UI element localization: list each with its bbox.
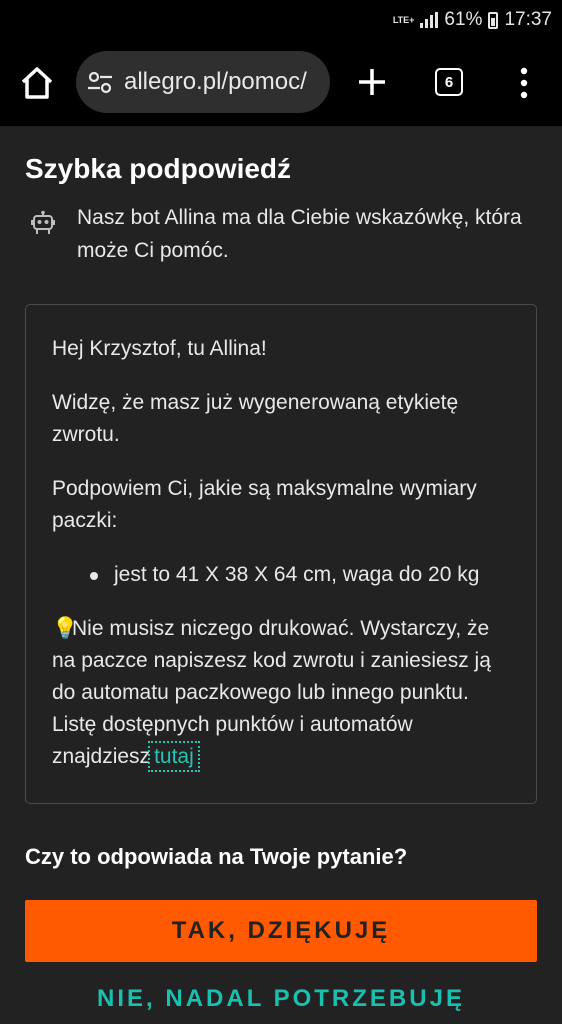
tip-paragraph: 💡Nie musisz niczego drukować. Wystarczy,… [52,613,510,773]
home-icon[interactable] [18,64,56,102]
feedback-question: Czy to odpowiada na Twoje pytanie? [25,844,408,869]
signal-icon [420,12,439,28]
clock: 17:37 [504,9,552,30]
new-tab-icon[interactable] [352,62,392,102]
url-text[interactable]: allegro.pl/pomoc/ [124,68,307,96]
more-menu-icon[interactable] [514,64,534,102]
network-type: LTE+ [392,14,415,25]
tab-switcher-icon[interactable]: 6 [435,68,463,96]
dimensions-intro-text: Podpowiem Ci, jakie są maksymalne wymiar… [52,477,477,532]
points-map-link[interactable]: tutaj [148,741,200,772]
bot-answer-card: Hej Krzysztof, tu Allina! Widzę, że masz… [25,304,537,804]
page-content: Szybka podpowiedź Nasz bot Allina ma dla… [0,126,562,1012]
yes-thanks-button[interactable]: TAK, DZIĘKUJĘ [25,900,537,962]
bot-intro-text: Nasz bot Allina ma dla Ciebie wskazówkę,… [77,206,522,262]
tip-text: Nie musisz niczego drukować. Wystarczy, … [52,617,491,768]
site-settings-icon[interactable] [86,68,114,96]
dimensions-list: jest to 41 X 38 X 64 cm, waga do 20 kg [90,559,510,591]
label-info-text: Widzę, że masz już wygenerowaną etykietę… [52,391,459,446]
status-bar: LTE+ 61% 17:37 [0,0,562,40]
tab-count: 6 [444,73,454,91]
battery-percent: 61% [444,9,483,30]
page-title: Szybka podpowiedź [25,153,292,184]
list-item: jest to 41 X 38 X 64 cm, waga do 20 kg [90,559,510,591]
browser-toolbar: allegro.pl/pomoc/ 6 [0,40,562,126]
still-need-help-button[interactable]: NIE, NADAL POTRZEBUJĘ [25,974,537,1024]
address-bar[interactable]: allegro.pl/pomoc/ [76,51,330,113]
battery-icon [488,11,499,29]
greeting-text: Hej Krzysztof, tu Allina! [52,337,267,360]
lightbulb-icon: 💡 [52,617,79,640]
bot-icon [31,210,55,234]
